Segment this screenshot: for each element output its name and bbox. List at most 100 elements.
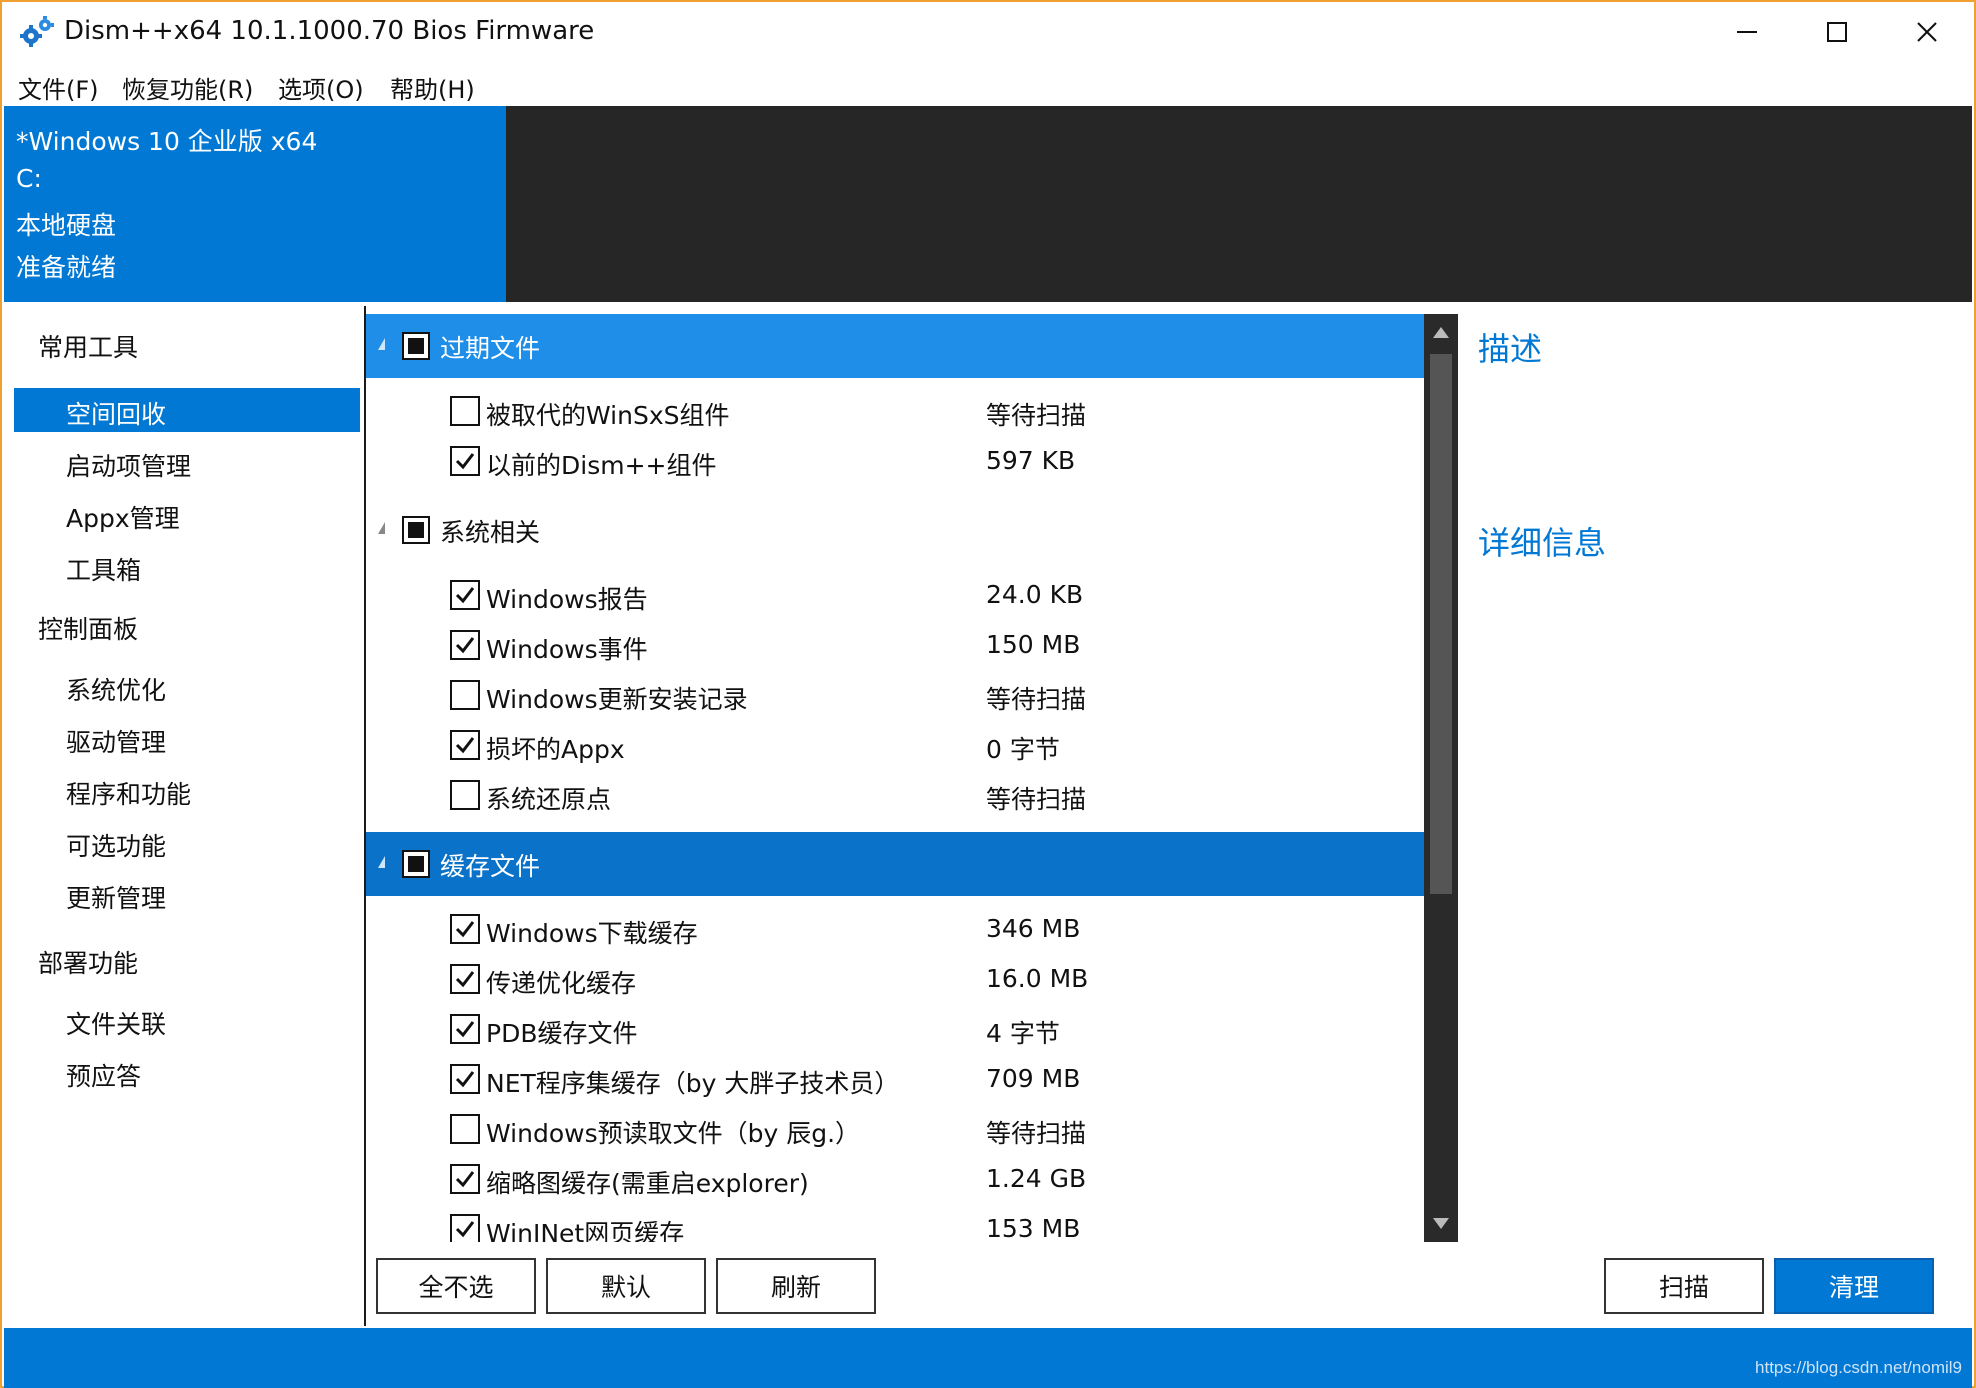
checkbox-checked[interactable] xyxy=(450,964,480,994)
nav-item-appx[interactable]: Appx管理 xyxy=(14,492,360,536)
checkbox-checked[interactable] xyxy=(450,730,480,760)
nav-item-programs[interactable]: 程序和功能 xyxy=(14,768,360,812)
list-group[interactable]: 系统相关 xyxy=(366,498,1424,562)
item-label: 系统还原点 xyxy=(486,785,612,814)
list-item[interactable]: 缩略图缓存(需重启explorer) 1.24 GB xyxy=(366,1154,1424,1204)
list-item[interactable]: Windows下载缓存 346 MB xyxy=(366,904,1424,954)
item-label: Windows事件 xyxy=(486,635,648,664)
list-scrollbar[interactable] xyxy=(1424,314,1458,1242)
checkmark-icon xyxy=(455,971,475,988)
minimize-button[interactable] xyxy=(1702,2,1792,62)
item-size: 1.24 GB xyxy=(986,1164,1087,1193)
menu-help[interactable]: 帮助(H) xyxy=(390,70,475,105)
group-checkbox[interactable] xyxy=(402,850,430,878)
expand-triangle-icon[interactable] xyxy=(378,522,385,534)
nav-item-system-optimize[interactable]: 系统优化 xyxy=(14,664,360,708)
nav-item-label: 空间回收 xyxy=(66,400,167,429)
checkbox-checked[interactable] xyxy=(450,580,480,610)
nav-item-toolbox[interactable]: 工具箱 xyxy=(14,544,360,588)
item-size: 等待扫描 xyxy=(986,685,1087,714)
scan-button[interactable]: 扫描 xyxy=(1604,1258,1764,1314)
menu-file[interactable]: 文件(F) xyxy=(18,70,99,105)
system-info-panel[interactable]: *Windows 10 企业版 x64 C: 本地硬盘 准备就绪 xyxy=(4,106,506,302)
checkbox-unchecked[interactable] xyxy=(450,1114,480,1144)
group-label: 过期文件 xyxy=(440,334,541,363)
nav-item-startup[interactable]: 启动项管理 xyxy=(14,440,360,484)
nav-item-label: 可选功能 xyxy=(66,832,167,861)
system-status: 准备就绪 xyxy=(16,253,117,282)
checkbox-checked[interactable] xyxy=(450,1014,480,1044)
nav-item-label: Appx管理 xyxy=(66,504,180,533)
list-group[interactable]: 缓存文件 xyxy=(366,832,1424,896)
clean-button[interactable]: 清理 xyxy=(1774,1258,1934,1314)
maximize-icon xyxy=(1827,22,1847,42)
item-size: 346 MB xyxy=(986,914,1081,943)
list-item[interactable]: 损坏的Appx 0 字节 xyxy=(366,720,1424,770)
item-size: 709 MB xyxy=(986,1064,1081,1093)
nav-item-label: 系统优化 xyxy=(66,676,167,705)
group-checkbox[interactable] xyxy=(402,516,430,544)
checkbox-unchecked[interactable] xyxy=(450,780,480,810)
item-label: PDB缓存文件 xyxy=(486,1019,638,1048)
list-item[interactable]: Windows报告 24.0 KB xyxy=(366,570,1424,620)
watermark: https://blog.csdn.net/nomil9 xyxy=(1755,1358,1962,1377)
nav-item-file-assoc[interactable]: 文件关联 xyxy=(14,998,360,1042)
item-size: 153 MB xyxy=(986,1214,1081,1242)
menu-restore[interactable]: 恢复功能(R) xyxy=(122,70,253,105)
refresh-button[interactable]: 刷新 xyxy=(716,1258,876,1314)
checkbox-checked[interactable] xyxy=(450,914,480,944)
item-size: 16.0 MB xyxy=(986,964,1089,993)
cleanup-list[interactable]: 过期文件被取代的WinSxS组件 等待扫描 以前的Dism++组件 597 KB 系统相… xyxy=(366,314,1424,1242)
list-item[interactable]: 被取代的WinSxS组件 等待扫描 xyxy=(366,386,1424,436)
group-checkbox[interactable] xyxy=(402,332,430,360)
nav-item-label: 文件关联 xyxy=(66,1010,167,1039)
checkbox-unchecked[interactable] xyxy=(450,680,480,710)
nav-item-answer-file[interactable]: 预应答 xyxy=(14,1050,360,1094)
nav-item-label: 驱动管理 xyxy=(66,728,167,757)
expand-triangle-icon[interactable] xyxy=(378,856,385,868)
scroll-up-icon[interactable] xyxy=(1424,314,1458,350)
nav-item-optional-features[interactable]: 可选功能 xyxy=(14,820,360,864)
menu-options[interactable]: 选项(O) xyxy=(278,70,364,105)
nav-category-deploy: 部署功能 xyxy=(38,949,139,978)
left-nav: 常用工具 空间回收 启动项管理 Appx管理 工具箱 控制面板 系统优化 驱动管… xyxy=(4,306,366,1326)
nav-item-space-recovery[interactable]: 空间回收 xyxy=(14,388,360,432)
minimize-icon xyxy=(1737,31,1757,33)
group-label: 缓存文件 xyxy=(440,852,541,881)
scroll-down-icon[interactable] xyxy=(1424,1206,1458,1242)
item-size: 24.0 KB xyxy=(986,580,1084,609)
close-button[interactable] xyxy=(1882,2,1972,62)
list-item[interactable]: 传递优化缓存 16.0 MB xyxy=(366,954,1424,1004)
deselect-all-button[interactable]: 全不选 xyxy=(376,1258,536,1314)
scroll-thumb[interactable] xyxy=(1430,354,1452,894)
checkmark-icon xyxy=(455,1221,475,1238)
checkmark-icon xyxy=(455,453,475,470)
default-button[interactable]: 默认 xyxy=(546,1258,706,1314)
list-group[interactable]: 过期文件 xyxy=(366,314,1424,378)
list-item[interactable]: Windows事件 150 MB xyxy=(366,620,1424,670)
checkbox-checked[interactable] xyxy=(450,630,480,660)
expand-triangle-icon[interactable] xyxy=(378,338,385,350)
item-label: NET程序集缓存（by 大胖子技术员） xyxy=(486,1069,900,1098)
checkmark-icon xyxy=(455,637,475,654)
item-label: Windows下载缓存 xyxy=(486,919,698,948)
checkbox-unchecked[interactable] xyxy=(450,396,480,426)
list-item[interactable]: PDB缓存文件 4 字节 xyxy=(366,1004,1424,1054)
checkbox-checked[interactable] xyxy=(450,1214,480,1242)
list-item[interactable]: Windows预读取文件（by 辰g.） 等待扫描 xyxy=(366,1104,1424,1154)
checkbox-checked[interactable] xyxy=(450,446,480,476)
maximize-button[interactable] xyxy=(1792,2,1882,62)
list-item[interactable]: 以前的Dism++组件 597 KB xyxy=(366,436,1424,486)
list-item[interactable]: 系统还原点 等待扫描 xyxy=(366,770,1424,820)
list-item[interactable]: NET程序集缓存（by 大胖子技术员） 709 MB xyxy=(366,1054,1424,1104)
checkbox-checked[interactable] xyxy=(450,1064,480,1094)
nav-item-label: 启动项管理 xyxy=(66,452,192,481)
nav-item-updates[interactable]: 更新管理 xyxy=(14,872,360,916)
nav-item-label: 更新管理 xyxy=(66,884,167,913)
nav-item-drivers[interactable]: 驱动管理 xyxy=(14,716,360,760)
list-item[interactable]: WinINet网页缓存 153 MB xyxy=(366,1204,1424,1242)
checkbox-checked[interactable] xyxy=(450,1164,480,1194)
window-title: Dism++x64 10.1.1000.70 Bios Firmware xyxy=(64,16,595,46)
list-item[interactable]: Windows更新安装记录 等待扫描 xyxy=(366,670,1424,720)
item-label: Windows报告 xyxy=(486,585,648,614)
